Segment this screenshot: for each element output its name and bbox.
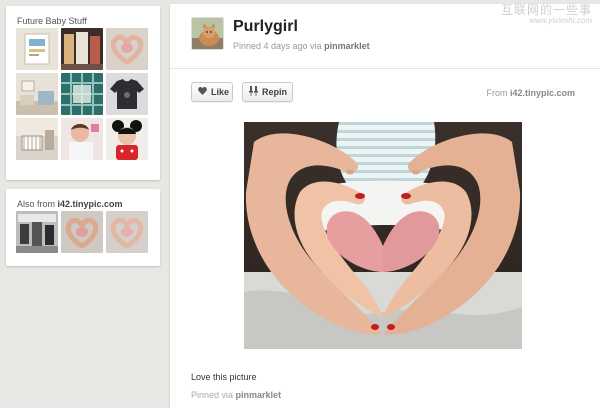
board-thumb-4[interactable]	[16, 73, 58, 115]
header-divider	[170, 68, 600, 69]
watermark-cn: 互联网的一些事	[500, 3, 592, 17]
pinned-meta: Pinned 4 days ago via pinmarklet	[233, 41, 370, 51]
pinned-via-footer: Pinned via pinmarklet	[191, 390, 281, 400]
from-domain-link[interactable]: i42.tinypic.com	[510, 88, 575, 98]
board-thumb-7[interactable]	[16, 118, 58, 160]
repin-button[interactable]: Repin	[242, 82, 293, 102]
pinned-via-link[interactable]: pinmarklet	[324, 41, 370, 51]
board-thumb-9[interactable]	[106, 118, 148, 160]
source-thumb-3[interactable]	[106, 211, 148, 253]
pushpin-icon	[249, 86, 258, 98]
board-thumb-6[interactable]	[106, 73, 148, 115]
pinned-time: Pinned 4 days ago via	[233, 41, 322, 51]
footer-via-link[interactable]: pinmarklet	[236, 390, 282, 400]
from-prefix: From	[486, 88, 508, 98]
repin-label: Repin	[262, 87, 288, 97]
board-card[interactable]: Future Baby Stuff	[6, 6, 160, 180]
like-button[interactable]: Like	[191, 82, 233, 102]
source-thumbnail-grid	[16, 211, 148, 253]
like-label: Like	[211, 87, 230, 97]
source-thumb-1[interactable]	[16, 211, 58, 253]
board-title[interactable]: Future Baby Stuff	[17, 16, 87, 26]
watermark: 互联网的一些事 www.yixieshi.com	[501, 4, 592, 25]
watermark-url: www.yixieshi.com	[529, 15, 592, 25]
board-thumbnail-grid	[16, 28, 148, 160]
pinner-name[interactable]: Purlygirl	[233, 18, 298, 36]
pin-description: Love this picture	[191, 372, 257, 382]
board-thumb-2[interactable]	[61, 28, 103, 70]
source-domain-link[interactable]: i42.tinypic.com	[58, 199, 123, 209]
from-source: From i42.tinypic.com	[486, 88, 575, 98]
board-thumb-3[interactable]	[106, 28, 148, 70]
source-card[interactable]: Also from i42.tinypic.com	[6, 189, 160, 266]
pin-card: Purlygirl Pinned 4 days ago via pinmarkl…	[170, 4, 600, 408]
board-thumb-1[interactable]	[16, 28, 58, 70]
heart-icon	[198, 87, 207, 97]
board-thumb-5[interactable]	[61, 73, 103, 115]
source-title: Also from i42.tinypic.com	[17, 199, 123, 209]
source-thumb-2[interactable]	[61, 211, 103, 253]
footer-prefix: Pinned via	[191, 390, 234, 400]
source-label: Also from	[17, 199, 56, 209]
pinner-avatar[interactable]	[191, 17, 224, 50]
pin-image[interactable]	[244, 122, 522, 349]
board-thumb-8[interactable]	[61, 118, 103, 160]
